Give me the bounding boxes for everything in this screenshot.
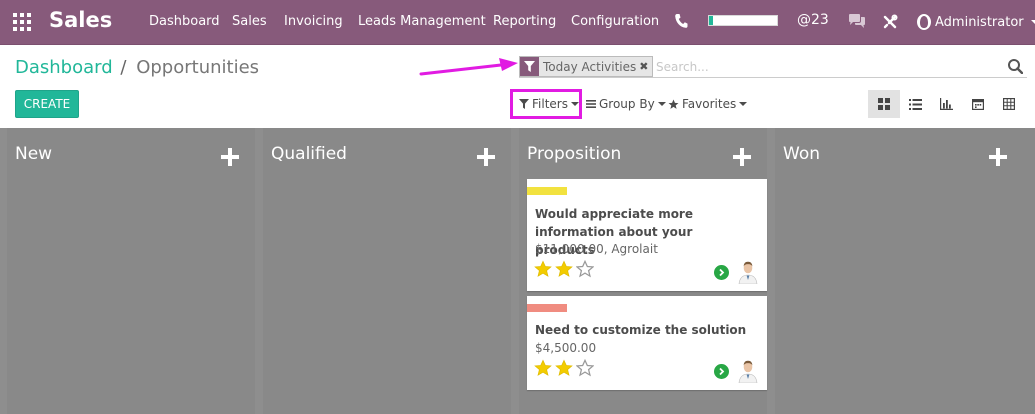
tools-icon[interactable] (882, 14, 898, 30)
menu-item-leads-management[interactable]: Leads Management (358, 14, 486, 29)
top-navbar: Sales Dashboard Sales Invoicing Leads Ma… (0, 0, 1035, 45)
menu-item-reporting[interactable]: Reporting (493, 14, 556, 29)
favorites-button[interactable]: Favorites (668, 97, 748, 111)
kanban-column-qualified: Qualified (263, 128, 511, 414)
onboarding-progress-bar[interactable] (708, 15, 778, 26)
filter-icon (519, 99, 529, 109)
search-facet-label: Today Activities (543, 59, 637, 74)
activity-icon[interactable] (714, 265, 729, 280)
column-title: Proposition (527, 144, 622, 164)
menu-item-dashboard[interactable]: Dashboard (149, 14, 220, 29)
menu-item-configuration[interactable]: Configuration (571, 14, 659, 29)
pivot-icon (1003, 98, 1015, 110)
breadcrumb-link-dashboard[interactable]: Dashboard (15, 57, 113, 78)
card-color-tag (527, 304, 567, 312)
app-title: Sales (49, 8, 113, 32)
priority-stars (534, 359, 594, 377)
user-avatar (917, 14, 931, 30)
search-input[interactable] (656, 57, 996, 77)
pivot-view-button[interactable] (993, 90, 1025, 118)
phone-icon[interactable] (674, 13, 688, 29)
card-subtitle: $4,500.00 (535, 341, 597, 355)
priority-star-icon[interactable] (555, 260, 573, 278)
groupby-button[interactable]: Group By (586, 97, 666, 111)
add-to-column-icon[interactable] (221, 148, 239, 166)
groupby-caret-icon (657, 102, 666, 106)
chat-icon[interactable] (848, 13, 866, 29)
priority-star-icon[interactable] (555, 359, 573, 377)
owner-avatar[interactable] (736, 258, 760, 284)
graph-view-button[interactable] (930, 90, 962, 118)
list-view-button[interactable] (899, 90, 931, 118)
kanban-board: New Qualified Proposition Would apprecia… (0, 128, 1035, 414)
star-icon (668, 99, 679, 109)
search-bar: Today Activities ✖ (519, 55, 1027, 78)
add-to-column-icon[interactable] (477, 148, 495, 166)
menu-item-invoicing[interactable]: Invoicing (284, 14, 343, 29)
menu-item-sales[interactable]: Sales (232, 14, 267, 29)
user-name: Administrator (935, 14, 1024, 30)
breadcrumb-current: Opportunities (136, 57, 260, 78)
owner-avatar[interactable] (736, 357, 760, 383)
graph-icon (939, 98, 953, 110)
kanban-column-new: New (7, 128, 255, 414)
column-title: Qualified (271, 144, 347, 164)
list-icon (908, 98, 922, 110)
kanban-icon (878, 98, 890, 110)
breadcrumb-separator: / (120, 57, 127, 78)
opportunity-card[interactable]: Need to customize the solution $4,500.00 (527, 296, 767, 390)
calendar-view-button[interactable] (962, 90, 994, 118)
groupby-label: Group By (599, 97, 655, 111)
opportunity-card[interactable]: Would appreciate more information about … (527, 179, 767, 291)
card-subtitle: $11,000.00, Agrolait (535, 242, 658, 256)
kanban-column-won: Won (775, 128, 1035, 414)
mentions-count: 23 (811, 12, 829, 28)
add-to-column-icon[interactable] (733, 148, 751, 166)
priority-star-icon[interactable] (534, 359, 552, 377)
user-menu[interactable]: Administrator (917, 14, 1035, 30)
apps-menu-icon[interactable] (13, 13, 31, 31)
activity-icon[interactable] (714, 364, 729, 379)
search-icon[interactable] (1007, 58, 1023, 74)
at-icon: @ (797, 12, 811, 28)
card-title: Need to customize the solution (535, 323, 747, 337)
filter-facet-icon (520, 57, 539, 76)
card-color-tag (527, 187, 567, 195)
priority-star-icon[interactable] (534, 260, 552, 278)
favorites-label: Favorites (682, 97, 737, 111)
column-title: New (15, 144, 53, 164)
priority-star-icon[interactable] (576, 359, 594, 377)
user-caret-icon (1030, 20, 1035, 24)
filters-label: Filters (532, 97, 568, 111)
facet-remove-icon[interactable]: ✖ (639, 60, 652, 73)
priority-stars (534, 260, 594, 278)
progress-fill (709, 16, 714, 25)
calendar-icon (972, 99, 984, 110)
mentions-counter[interactable]: @23 (797, 12, 829, 28)
filters-button[interactable]: Filters (519, 97, 579, 111)
create-button[interactable]: CREATE (15, 90, 79, 118)
add-to-column-icon[interactable] (989, 148, 1007, 166)
filters-caret-icon (570, 102, 579, 106)
annotation-arrow-icon (419, 58, 518, 76)
breadcrumb: Dashboard / Opportunities (15, 57, 259, 78)
kanban-column-proposition: Proposition Would appreciate more inform… (519, 128, 767, 414)
bars-icon (586, 100, 596, 108)
favorites-caret-icon (739, 102, 748, 106)
search-facet[interactable]: Today Activities ✖ (519, 56, 654, 77)
priority-star-icon[interactable] (576, 260, 594, 278)
kanban-view-button[interactable] (868, 90, 900, 118)
column-title: Won (783, 144, 820, 164)
